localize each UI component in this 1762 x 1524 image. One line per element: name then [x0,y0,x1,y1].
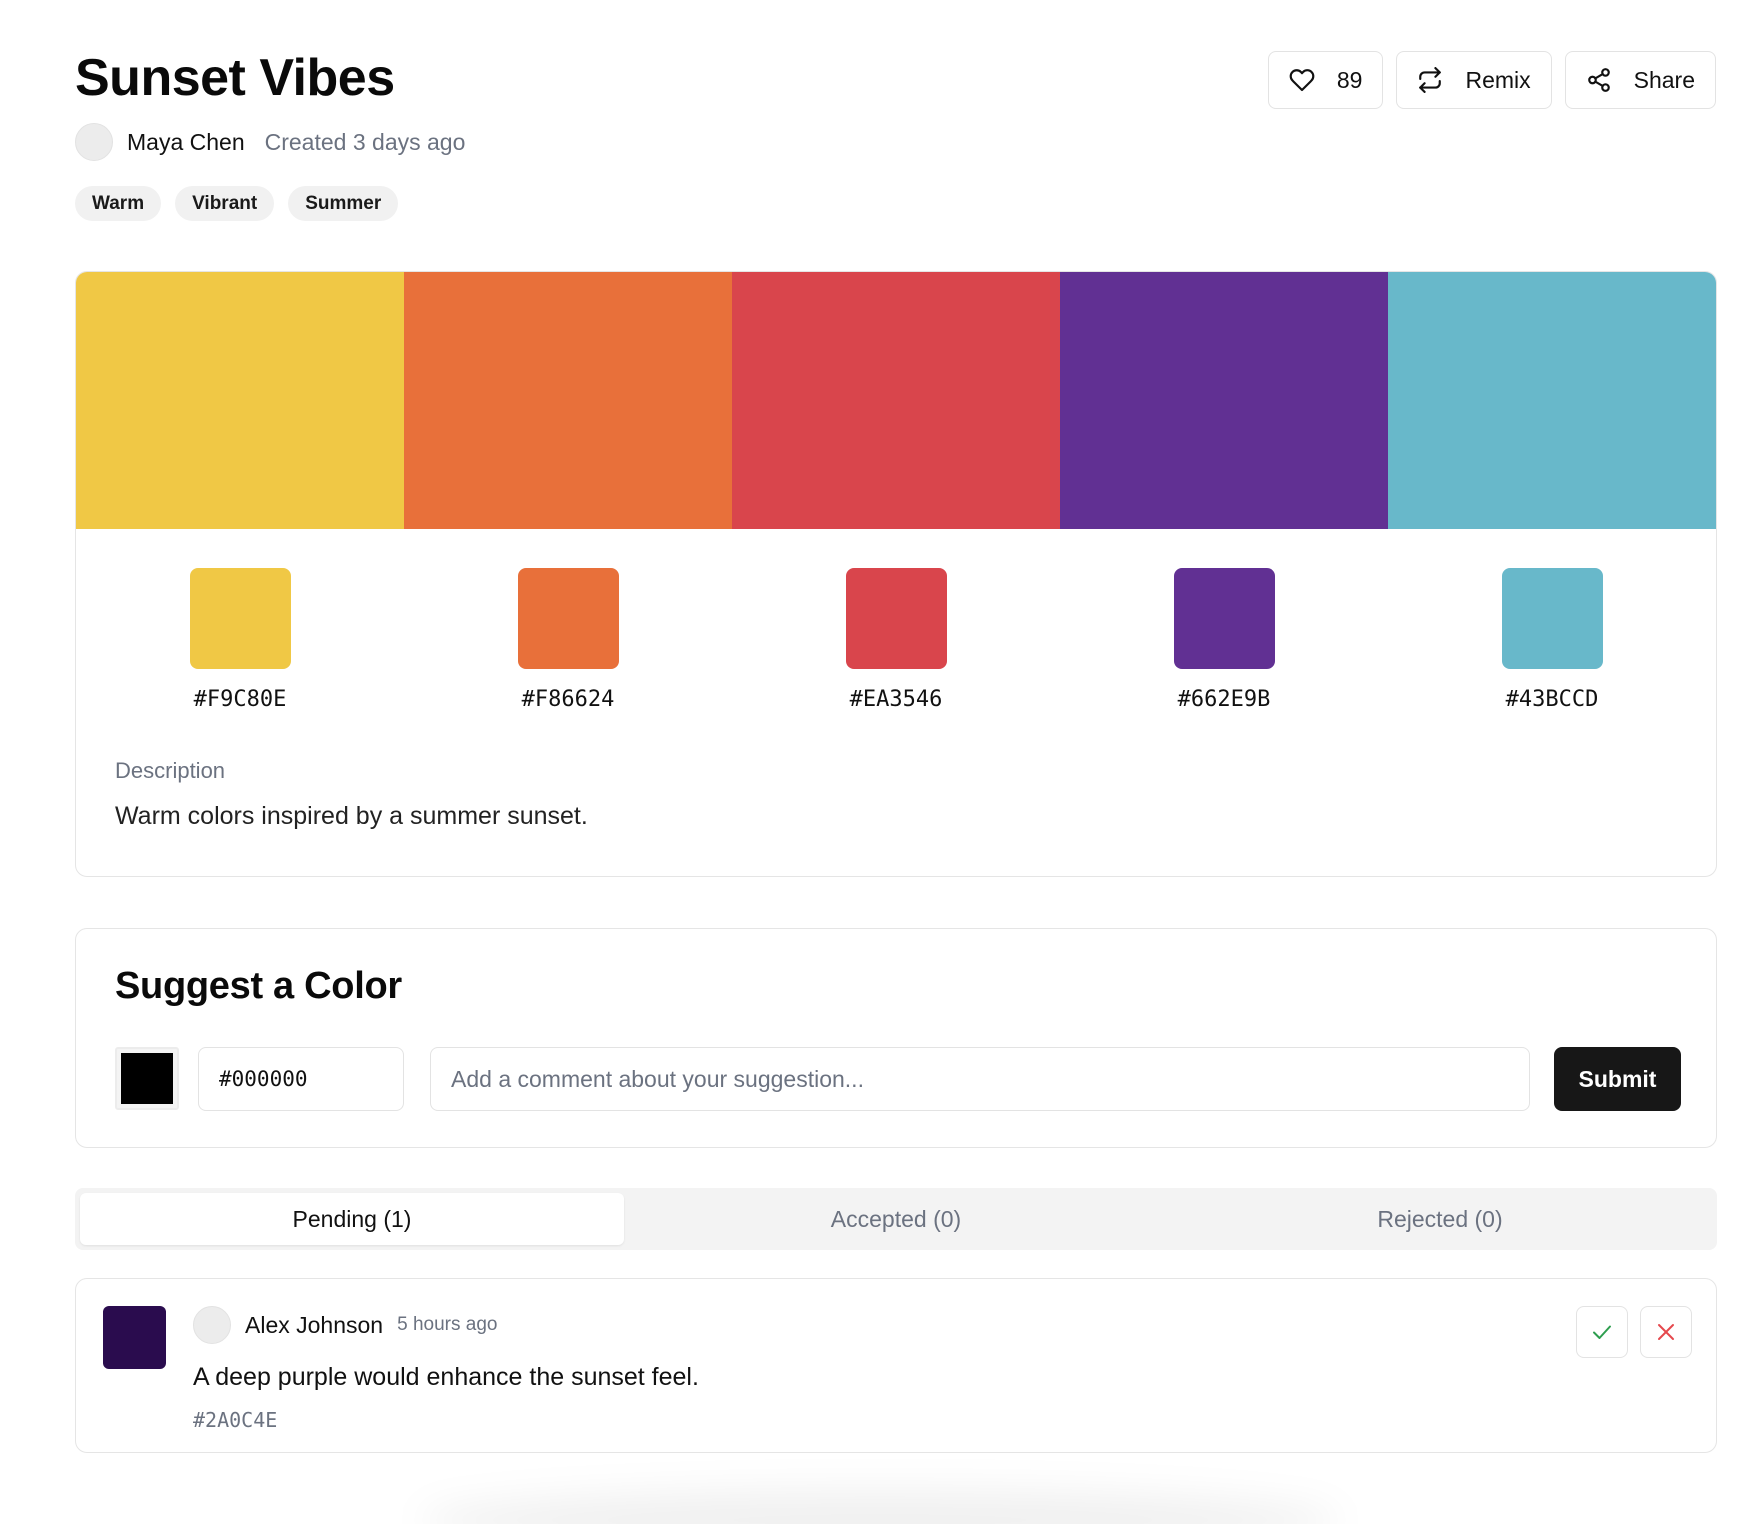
suggester-name[interactable]: Alex Johnson [245,1312,383,1339]
share-icon [1587,68,1610,92]
swatch-square[interactable] [845,568,947,669]
suggestion-card: Alex Johnson 5 hours ago A deep purple w… [75,1278,1717,1453]
palette-card: #F9C80E #F86624 #EA3546 #662E9B #43BCCD … [75,271,1717,877]
tag-vibrant[interactable]: Vibrant [175,186,275,221]
hex-input[interactable] [198,1047,404,1111]
strip-segment[interactable] [404,272,732,529]
floating-shadow [420,1490,1340,1524]
suggest-title: Suggest a Color [115,965,402,1007]
swatch-hex[interactable]: #EA3546 [850,687,943,712]
swatch-square[interactable] [1173,568,1275,669]
page-title: Sunset Vibes [75,49,395,107]
comment-input[interactable] [430,1047,1530,1111]
tab-pending[interactable]: Pending (1) [80,1193,624,1245]
share-label: Share [1633,66,1695,93]
tag-warm[interactable]: Warm [75,186,162,221]
author-name[interactable]: Maya Chen [127,129,245,156]
heart-icon [1289,69,1315,92]
action-buttons: 89 Remix Share [1267,51,1716,109]
strip-segment[interactable] [732,272,1060,529]
strip-segment[interactable] [1060,272,1388,529]
suggestion-hex: #2A0C4E [193,1408,278,1432]
swatch-square[interactable] [1501,568,1603,669]
remix-label: Remix [1465,66,1531,93]
suggest-color-card: Suggest a Color Submit [75,928,1717,1148]
suggestion-header: Alex Johnson 5 hours ago [193,1306,497,1344]
palette-page: Sunset Vibes Maya Chen Created 3 days ag… [0,0,1762,1524]
strip-segment[interactable] [1388,272,1716,529]
suggestion-comment: A deep purple would enhance the sunset f… [193,1363,699,1391]
share-button[interactable]: Share [1564,51,1716,109]
suggestion-swatch [103,1306,166,1369]
suggestion-tabs: Pending (1) Accepted (0) Rejected (0) [75,1188,1717,1250]
swatch-hex[interactable]: #662E9B [1178,687,1271,712]
swatch-row: #F9C80E #F86624 #EA3546 #662E9B #43BCCD [76,529,1716,712]
color-swatch: #662E9B [1060,568,1388,712]
author-avatar[interactable] [75,123,113,161]
reject-button[interactable] [1640,1306,1692,1358]
check-icon [1593,1325,1611,1339]
color-swatch: #43BCCD [1388,568,1716,712]
strip-segment[interactable] [76,272,404,529]
close-icon [1658,1324,1674,1340]
color-swatch: #F9C80E [76,568,404,712]
swatch-hex[interactable]: #F9C80E [194,687,287,712]
repeat-icon [1419,67,1442,93]
description-text: Warm colors inspired by a summer sunset. [115,802,588,830]
description-label: Description [115,758,226,783]
tag-list: Warm Vibrant Summer [75,186,399,221]
color-swatch: #F86624 [404,568,732,712]
suggester-avatar[interactable] [193,1306,231,1344]
like-count: 89 [1336,66,1363,93]
remix-button[interactable]: Remix [1396,51,1552,109]
color-swatch: #EA3546 [732,568,1060,712]
submit-button[interactable]: Submit [1554,1047,1681,1111]
created-time: Created 3 days ago [264,128,466,155]
swatch-hex[interactable]: #43BCCD [1506,687,1599,712]
color-picker[interactable] [115,1047,179,1110]
swatch-hex[interactable]: #F86624 [522,687,615,712]
tab-rejected[interactable]: Rejected (0) [1168,1193,1712,1245]
swatch-square[interactable] [517,568,619,669]
like-button[interactable]: 89 [1267,51,1384,109]
color-picker-preview [121,1053,173,1104]
accept-button[interactable] [1576,1306,1628,1358]
author-row: Maya Chen Created 3 days ago [75,122,465,162]
suggestion-time: 5 hours ago [397,1314,498,1335]
swatch-square[interactable] [189,568,291,669]
tab-accepted[interactable]: Accepted (0) [624,1193,1168,1245]
palette-strip [76,272,1716,529]
tag-summer[interactable]: Summer [288,186,399,221]
